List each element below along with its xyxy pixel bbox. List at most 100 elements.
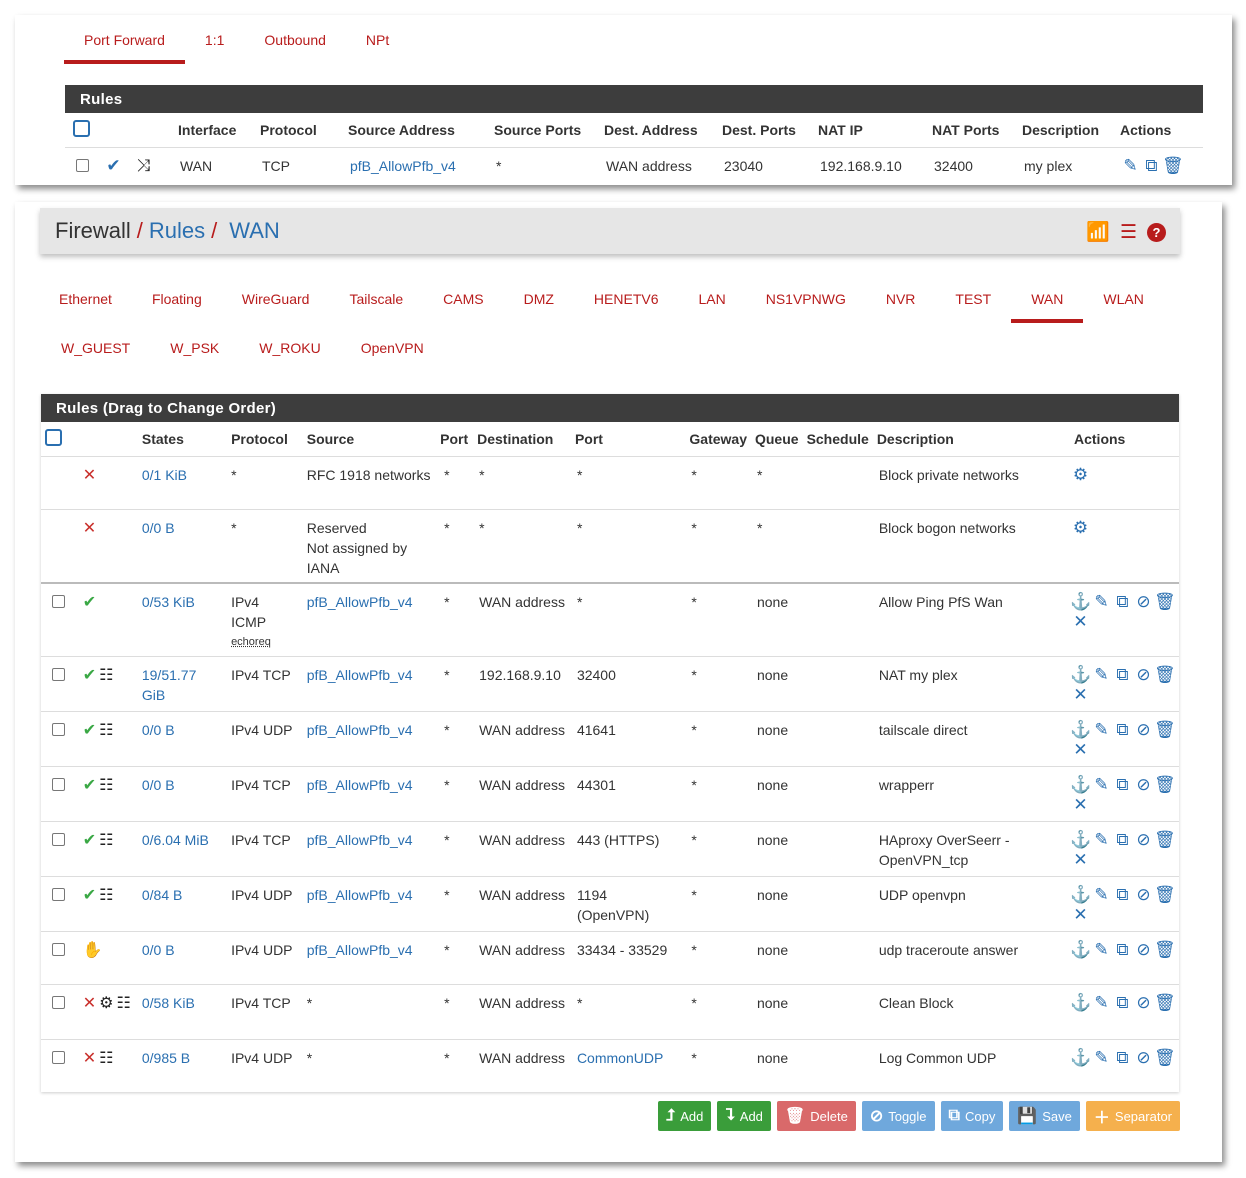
row-checkbox[interactable] xyxy=(52,667,65,681)
close-icon[interactable]: ✕ xyxy=(1070,685,1091,705)
row-checkbox[interactable] xyxy=(52,777,65,791)
source-alias-link[interactable]: pfB_AllowPfb_v4 xyxy=(307,887,413,903)
copy-icon[interactable]: ⧉ xyxy=(1112,720,1133,740)
states-link[interactable]: 0/6.04 MiB xyxy=(142,832,209,848)
edit-icon[interactable]: ✎ xyxy=(1091,720,1112,740)
copy-icon[interactable]: ⧉ xyxy=(1112,993,1133,1013)
tab-nvr[interactable]: NVR xyxy=(866,274,936,323)
ban-icon[interactable]: ⊘ xyxy=(1133,1048,1154,1068)
edit-icon[interactable]: ✎ xyxy=(1091,592,1112,612)
table-row[interactable]: ✕ 0/0 B * Reserved Not assigned by IANA … xyxy=(41,508,1179,583)
row-checkbox[interactable] xyxy=(52,722,65,736)
close-icon[interactable]: ✕ xyxy=(1070,612,1091,632)
anchor-icon[interactable]: ⚓ xyxy=(1070,592,1091,612)
nat-select-all-checkbox[interactable] xyxy=(73,119,90,137)
gear-icon[interactable]: ⚙ xyxy=(1070,465,1091,485)
tab-wlan[interactable]: WLAN xyxy=(1083,274,1163,323)
gear-icon[interactable]: ⚙ xyxy=(1070,518,1091,538)
tab-wan[interactable]: WAN xyxy=(1011,274,1084,323)
row-checkbox[interactable] xyxy=(52,995,65,1009)
table-row[interactable]: ✔ ☷ 0/0 B IPv4 UDP pfB_AllowPfb_v4 * WAN … xyxy=(41,710,1179,766)
trash-icon[interactable]: 🗑 xyxy=(1154,830,1176,850)
row-checkbox[interactable] xyxy=(52,887,65,901)
add-bottom-button[interactable]: ⮧ Add xyxy=(717,1101,771,1131)
states-link[interactable]: 0/84 B xyxy=(142,887,182,903)
check-icon[interactable]: ✔ xyxy=(103,156,124,176)
tab-w-roku[interactable]: W_ROKU xyxy=(239,323,340,372)
ban-icon[interactable]: ⊘ xyxy=(1133,720,1154,740)
separator-button[interactable]: ＋ Separator xyxy=(1085,1101,1180,1131)
delete-button[interactable]: 🗑 Delete xyxy=(776,1101,856,1131)
tab-dmz[interactable]: DMZ xyxy=(504,274,574,323)
states-link[interactable]: 0/985 B xyxy=(142,1050,190,1066)
source-alias-link[interactable]: pfB_AllowPfb_v4 xyxy=(307,594,413,610)
close-icon[interactable]: ✕ xyxy=(1070,795,1091,815)
copy-icon[interactable]: ⧉ xyxy=(1112,885,1133,905)
tab-cams[interactable]: CAMS xyxy=(423,274,503,323)
tab-henetv6[interactable]: HENETV6 xyxy=(574,274,679,323)
breadcrumb-wan[interactable]: WAN xyxy=(229,218,280,244)
states-link[interactable]: 0/58 KiB xyxy=(142,995,195,1011)
tab-openvpn[interactable]: OpenVPN xyxy=(341,323,444,372)
source-alias-link[interactable]: pfB_AllowPfb_v4 xyxy=(307,942,413,958)
trash-icon[interactable]: 🗑 xyxy=(1154,720,1176,740)
row-checkbox[interactable] xyxy=(76,158,89,172)
trash-icon[interactable]: 🗑 xyxy=(1154,940,1176,960)
table-row[interactable]: ✔ 0/53 KiB IPv4 ICMP echoreq pfB_AllowPfb_… xyxy=(41,581,1179,656)
tab-test[interactable]: TEST xyxy=(935,274,1011,323)
edit-icon[interactable]: ✎ xyxy=(1120,156,1141,176)
tab-floating[interactable]: Floating xyxy=(132,274,222,323)
states-link[interactable]: 19/51.77 GiB xyxy=(142,667,197,703)
edit-icon[interactable]: ✎ xyxy=(1091,993,1112,1013)
source-alias-link[interactable]: pfB_AllowPfb_v4 xyxy=(307,777,413,793)
states-link[interactable]: 0/0 B xyxy=(142,777,175,793)
copy-button[interactable]: ⧉ Copy xyxy=(940,1101,1004,1131)
copy-icon[interactable]: ⧉ xyxy=(1112,940,1133,960)
table-row[interactable]: ✔ ☷ 0/84 B IPv4 UDP pfB_AllowPfb_v4 * WAN… xyxy=(41,875,1179,931)
edit-icon[interactable]: ✎ xyxy=(1091,775,1112,795)
ban-icon[interactable]: ⊘ xyxy=(1133,592,1154,612)
edit-icon[interactable]: ✎ xyxy=(1091,1048,1112,1068)
states-link[interactable]: 0/53 KiB xyxy=(142,594,195,610)
anchor-icon[interactable]: ⚓ xyxy=(1070,665,1091,685)
trash-icon[interactable]: 🗑 xyxy=(1154,885,1176,905)
chart-icon[interactable]: 📶 xyxy=(1086,220,1110,244)
list-icon[interactable]: ☰ xyxy=(1120,221,1137,244)
tab-lan[interactable]: LAN xyxy=(679,274,746,323)
tab-npt[interactable]: NPt xyxy=(346,15,409,64)
trash-icon[interactable]: 🗑 xyxy=(1154,665,1176,685)
add-top-button[interactable]: ⮥ Add xyxy=(657,1101,712,1131)
edit-icon[interactable]: ✎ xyxy=(1091,940,1112,960)
trash-icon[interactable]: 🗑 xyxy=(1162,156,1184,176)
anchor-icon[interactable]: ⚓ xyxy=(1070,775,1091,795)
states-link[interactable]: 0/0 B xyxy=(142,722,175,738)
tab-ns1vpnwg[interactable]: NS1VPNWG xyxy=(746,274,866,323)
ban-icon[interactable]: ⊘ xyxy=(1133,830,1154,850)
table-row[interactable]: ✕ ☷ 0/985 B IPv4 UDP * * WAN address Comm… xyxy=(41,1038,1179,1092)
save-button[interactable]: 💾 Save xyxy=(1009,1101,1080,1131)
breadcrumb-rules[interactable]: Rules xyxy=(149,218,205,244)
tab-w-psk[interactable]: W_PSK xyxy=(150,323,239,372)
copy-icon[interactable]: ⧉ xyxy=(1112,830,1133,850)
row-checkbox[interactable] xyxy=(52,594,65,608)
table-row[interactable]: ✋ 0/0 B IPv4 UDP pfB_AllowPfb_v4 * WAN a… xyxy=(41,930,1179,984)
anchor-icon[interactable]: ⚓ xyxy=(1070,830,1091,850)
anchor-icon[interactable]: ⚓ xyxy=(1070,1048,1091,1068)
ban-icon[interactable]: ⊘ xyxy=(1133,775,1154,795)
trash-icon[interactable]: 🗑 xyxy=(1154,592,1176,612)
source-alias-link[interactable]: pfB_AllowPfb_v4 xyxy=(307,832,413,848)
table-row[interactable]: ✕ ⚙ ☷ 0/58 KiB IPv4 TCP * * WAN address * … xyxy=(41,983,1179,1039)
copy-icon[interactable]: ⧉ xyxy=(1112,775,1133,795)
trash-icon[interactable]: 🗑 xyxy=(1154,775,1176,795)
close-icon[interactable]: ✕ xyxy=(1070,905,1091,925)
table-row[interactable]: ✕ 0/1 KiB * RFC 1918 networks * * * * * … xyxy=(41,455,1179,509)
states-link[interactable]: 0/1 KiB xyxy=(142,467,187,483)
anchor-icon[interactable]: ⚓ xyxy=(1070,993,1091,1013)
trash-icon[interactable]: 🗑 xyxy=(1154,1048,1176,1068)
toggle-button[interactable]: ⊘ Toggle xyxy=(861,1101,935,1131)
trash-icon[interactable]: 🗑 xyxy=(1154,993,1176,1013)
row-checkbox[interactable] xyxy=(52,942,65,956)
edit-icon[interactable]: ✎ xyxy=(1091,830,1112,850)
edit-icon[interactable]: ✎ xyxy=(1091,885,1112,905)
table-row[interactable]: ✔ ☷ 0/6.04 MiB IPv4 TCP pfB_AllowPfb_v4 *… xyxy=(41,820,1179,876)
